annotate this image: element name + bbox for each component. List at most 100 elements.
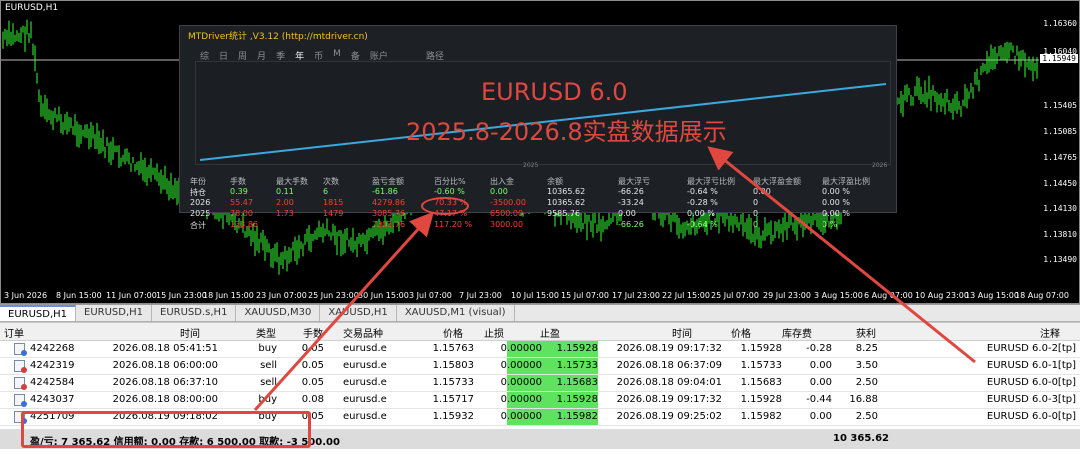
time-label: 30 Jun 15:00 <box>358 291 409 300</box>
stats-cell: 133.86 <box>230 220 258 229</box>
time-label: 11 Jun 07:00 <box>106 291 157 300</box>
column-header[interactable]: 止盈 <box>540 325 560 340</box>
order-row[interactable]: 4242268 2026.08.18 05:41:51 buy 0.05 eurusd.… <box>0 341 1080 358</box>
stats-cell: 0.00 <box>490 187 508 196</box>
stats-cell: 1479 <box>323 209 344 218</box>
order-lots: 0.05 <box>301 377 324 388</box>
stats-cell: 次数 <box>323 177 339 186</box>
price-label: 1.14130 <box>1043 204 1077 213</box>
price-label: 1.14450 <box>1043 179 1077 188</box>
column-header[interactable]: 时间 <box>672 325 692 340</box>
stats-table: 年份 手数 最大手数 次数 盈亏金额 百分比% 出入金 余额 最大浮亏 最大浮亏比例 最大浮盈金额 最… <box>190 176 890 231</box>
price-label: 1.15085 <box>1043 127 1077 136</box>
chart-tab[interactable]: XAUUSD,M1 (visual) <box>397 305 515 321</box>
time-label: 29 Jul 23:00 <box>763 291 811 300</box>
column-header[interactable]: 库存费 <box>782 325 812 340</box>
price-label: 1.13490 <box>1043 255 1077 264</box>
stats-cell: 0 % <box>822 220 838 229</box>
column-header[interactable]: 价格 <box>443 325 463 340</box>
order-tp: 1.15683 <box>556 377 598 388</box>
stats-cell: -66.26 <box>618 187 644 196</box>
order-symbol: eurusd.e <box>343 377 387 388</box>
plot-year-label: 2025 <box>523 162 539 169</box>
stats-cell: 手数 <box>230 177 246 186</box>
time-label: 25 Jul 07:00 <box>711 291 759 300</box>
buy-order-icon <box>14 394 27 407</box>
time-label: 23 Jun 07:00 <box>256 291 307 300</box>
order-type: sell <box>260 360 277 371</box>
stats-cell: -0.60 % <box>434 187 465 196</box>
column-header[interactable]: 交易品种 <box>343 325 383 340</box>
stats-cell: 0.39 <box>230 187 248 196</box>
stats-cell: 0.00 <box>618 209 636 218</box>
order-row[interactable]: 4242319 2026.08.18 06:00:00 sell 0.05 eurusd… <box>0 358 1080 375</box>
price-label: 1.16360 <box>1043 19 1077 28</box>
price-label: 1.13810 <box>1043 230 1077 239</box>
order-close-time: 2026.08.19 09:17:32 <box>616 394 722 405</box>
order-price: 1.15932 <box>432 411 474 422</box>
stats-cell: 1.73 <box>276 209 294 218</box>
order-row[interactable]: 4242584 2026.08.18 06:37:10 sell 0.05 eurusd… <box>0 375 1080 392</box>
stats-cell: -3500.00 <box>490 198 526 207</box>
stats-cell: -0.64 % <box>687 187 718 196</box>
column-header[interactable]: 获利 <box>856 325 876 340</box>
price-label: 1.14765 <box>1043 153 1077 162</box>
chart-tab[interactable]: EURUSD,H1 <box>76 305 153 321</box>
stats-header-row: 年份 手数 最大手数 次数 盈亏金额 百分比% 出入金 余额 最大浮亏 最大浮亏比例 最大浮盈金额 最… <box>190 176 890 187</box>
chart-tab[interactable]: XAUUSD,M30 <box>236 305 321 321</box>
stats-cell: 78.00 <box>230 209 253 218</box>
stats-cell: 3085.76 <box>372 209 406 218</box>
stats-cell: 0 <box>753 209 759 218</box>
stats-cell: 最大浮盈比例 <box>822 177 870 186</box>
order-close-time: 2026.08.19 09:17:32 <box>616 343 722 354</box>
column-header[interactable]: 价格 <box>731 325 751 340</box>
stats-cell: 0.00 % <box>822 187 850 196</box>
stats-row: 2026 55.47 2.00 1815 4279.86 70.33 % -3500.00 1… <box>190 198 890 209</box>
chart-tab[interactable]: XAUUSD,H1 <box>320 305 397 321</box>
stats-cell: 6 <box>323 187 329 196</box>
stats-cell: 2026 <box>190 198 211 207</box>
price-chart[interactable]: EURUSD,H1 1.16360 1.16040 1.15405 1.15085 1.… <box>0 0 1080 304</box>
stats-cell: 0.00 % <box>687 209 715 218</box>
column-header[interactable]: 手数 <box>303 325 323 340</box>
chart-tab[interactable]: EURUSD.s,H1 <box>152 305 237 321</box>
column-header[interactable]: 止损 <box>484 325 504 340</box>
stats-cell: 0.11 <box>276 187 294 196</box>
current-price-tag: 1.15949 <box>1040 54 1078 63</box>
order-open-time: 2026.08.18 06:00:00 <box>112 360 218 371</box>
order-close-price: 1.15683 <box>740 377 782 388</box>
stats-cell: 3000.00 <box>490 220 524 229</box>
order-id: 4242319 <box>30 360 75 371</box>
stats-cell: 6500.00 <box>490 209 524 218</box>
stats-cell: 最大手数 <box>276 177 308 186</box>
chart-tab[interactable]: EURUSD,H1 <box>0 305 77 321</box>
order-open-time: 2026.08.18 06:37:10 <box>112 377 218 388</box>
order-close-price: 1.15982 <box>740 411 782 422</box>
stats-cell: 2025 <box>190 209 211 218</box>
order-row[interactable]: 4243037 2026.08.18 08:00:00 buy 0.08 eurusd.… <box>0 392 1080 409</box>
order-swap: -0.44 <box>806 394 832 405</box>
column-header[interactable]: 类型 <box>256 325 276 340</box>
stats-cell: 年份 <box>190 177 206 186</box>
time-label: 8 Jun 15:00 <box>56 291 102 300</box>
time-label: 25 Jun 23:00 <box>308 291 359 300</box>
time-label: 13 Aug 15:00 <box>965 291 1019 300</box>
stats-cell: 0.00 % <box>822 209 850 218</box>
order-swap: -0.28 <box>806 343 832 354</box>
order-comment: EURUSD 6.0-2[tp] <box>986 343 1076 354</box>
order-swap: 0.00 <box>809 360 832 371</box>
order-tp: 1.15733 <box>556 360 598 371</box>
order-type: buy <box>258 343 277 354</box>
order-type: buy <box>258 394 277 405</box>
stats-cell: 最大浮亏 <box>618 177 650 186</box>
order-profit: 8.25 <box>855 343 878 354</box>
time-label: 10 Jul 15:00 <box>511 291 559 300</box>
column-header[interactable]: 订单 <box>4 325 24 340</box>
order-close-price: 1.15733 <box>740 360 782 371</box>
chart-tabs: EURUSD,H1 EURUSD,H1 EURUSD.s,H1 XAUUSD,M30 X… <box>0 304 1080 322</box>
column-header[interactable]: 时间 <box>180 325 200 340</box>
stats-cell: 4279.86 <box>372 198 406 207</box>
column-header[interactable]: 注释 <box>1040 325 1060 340</box>
stats-cell: -66.26 <box>618 220 644 229</box>
order-swap: 0.00 <box>809 377 832 388</box>
